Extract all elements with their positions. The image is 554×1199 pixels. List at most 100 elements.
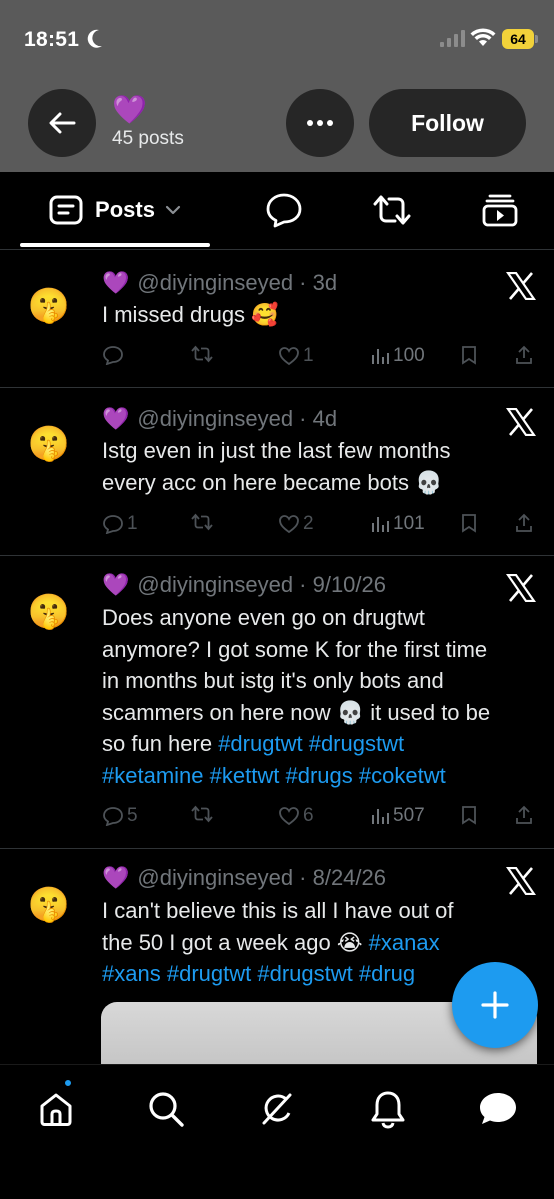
bookmark-icon: [462, 806, 476, 825]
author-name[interactable]: 💜: [102, 572, 129, 597]
post-actions: 5 6 507: [102, 805, 534, 829]
more-options-button[interactable]: [286, 89, 354, 157]
hashtag-link[interactable]: #kettwt: [210, 763, 280, 788]
post-text: I missed drugs 🥰: [102, 299, 522, 331]
post-item[interactable]: 🤫 💜 @diyinginseyed · 4d Istg even in just…: [0, 388, 554, 556]
bookmark-icon: [462, 514, 476, 533]
tab-replies[interactable]: [258, 172, 310, 248]
avatar[interactable]: 🤫: [26, 589, 72, 635]
chevron-down-icon: [165, 205, 181, 215]
focus-moon-icon: [87, 29, 102, 48]
post-text-line: I can't believe this is all I have out o…: [102, 898, 454, 923]
tab-media[interactable]: [474, 172, 526, 248]
author-handle-time: @diyinginseyed · 4d: [137, 406, 338, 431]
home-icon: [40, 1093, 72, 1126]
hashtag-link[interactable]: #ketamine: [102, 763, 204, 788]
views-count[interactable]: 507: [370, 805, 425, 827]
post-text-line: Does anyone even go on drugtwt: [102, 605, 425, 630]
status-bar: 18:51 64: [0, 0, 554, 80]
avatar[interactable]: 🤫: [26, 882, 72, 928]
reply-button[interactable]: 5: [102, 805, 138, 827]
back-button[interactable]: [28, 89, 96, 157]
profile-tabs: Posts: [0, 172, 554, 250]
post-text: Istg even in just the last few months ev…: [102, 435, 522, 498]
author-name[interactable]: 💜: [102, 406, 129, 431]
like-button[interactable]: 6: [278, 805, 314, 827]
search-icon: [149, 1092, 184, 1127]
share-icon: [516, 345, 532, 364]
compose-button[interactable]: [452, 962, 538, 1048]
hashtag-link[interactable]: #drugtwt: [218, 731, 302, 756]
repost-button[interactable]: [190, 805, 214, 823]
views-count[interactable]: 101: [370, 513, 425, 535]
bookmark-button[interactable]: [460, 805, 478, 825]
post-item[interactable]: 🤫 💜 @diyinginseyed · 3d I missed drugs 🥰 …: [0, 250, 554, 388]
post-header: 💜 @diyinginseyed · 8/24/26: [102, 865, 386, 891]
tab-posts[interactable]: Posts: [20, 172, 210, 248]
x-logo-icon: [506, 272, 536, 300]
reply-icon: [103, 807, 123, 826]
share-button[interactable]: [514, 805, 534, 825]
post-text-line: anymore? I got some K for the first time: [102, 636, 488, 662]
nav-search[interactable]: [144, 1087, 188, 1131]
post-text-line: in months but istg it's only bots and: [102, 668, 444, 693]
tab-selected-indicator: [20, 243, 210, 247]
nav-notifications[interactable]: [366, 1087, 410, 1131]
hashtag-link[interactable]: #drugtwt: [167, 961, 251, 986]
repost-icon: [191, 345, 213, 363]
hashtag-link[interactable]: #drugstwt: [309, 731, 404, 756]
author-handle-time: @diyinginseyed · 9/10/26: [137, 572, 387, 597]
reply-icon: [103, 515, 123, 534]
post-text-line: I missed drugs 🥰: [102, 302, 279, 327]
hashtag-link[interactable]: #drugs: [285, 763, 352, 788]
bookmark-button[interactable]: [460, 513, 478, 533]
author-name[interactable]: 💜: [102, 270, 129, 295]
tab-posts-label: Posts: [95, 197, 155, 222]
posts-icon: [49, 195, 83, 225]
profile-header: 18:51 64 💜 45 posts Follow: [0, 0, 554, 172]
views-chart-icon: [372, 517, 389, 532]
hashtag-link[interactable]: #drug: [359, 961, 415, 986]
reply-button[interactable]: 1: [102, 513, 138, 535]
hashtag-link[interactable]: #xanax: [369, 930, 440, 955]
follow-button[interactable]: Follow: [369, 89, 526, 157]
x-logo-icon: [506, 574, 536, 602]
post-text-line: scammers on here now 💀 it used to be: [102, 699, 491, 725]
battery-indicator: 64: [502, 29, 538, 49]
post-actions: 1 100: [102, 345, 534, 369]
author-name[interactable]: 💜: [102, 865, 129, 890]
share-button[interactable]: [514, 513, 534, 533]
tab-reposts[interactable]: [366, 172, 418, 248]
nav-messages[interactable]: [476, 1087, 520, 1131]
nav-home[interactable]: [34, 1087, 78, 1131]
post-text: Does anyone even go on drugtwt anymore? …: [102, 602, 542, 791]
status-time: 18:51: [24, 28, 80, 51]
views-chart-icon: [372, 349, 389, 364]
views-count[interactable]: 100: [370, 345, 425, 367]
post-item[interactable]: 🤫 💜 @diyinginseyed · 9/10/26 Does anyone …: [0, 556, 554, 849]
hashtag-link[interactable]: #coketwt: [359, 763, 446, 788]
bookmark-button[interactable]: [460, 345, 478, 365]
repost-button[interactable]: [190, 345, 214, 363]
avatar[interactable]: 🤫: [26, 283, 72, 329]
avatar[interactable]: 🤫: [26, 421, 72, 467]
video-media-icon: [482, 194, 518, 227]
repost-button[interactable]: [190, 513, 214, 531]
grok-icon: [262, 1093, 292, 1125]
post-text-line: every acc on here became bots 💀: [102, 469, 443, 495]
hashtag-link[interactable]: #drugstwt: [257, 961, 352, 986]
post-text-line: #ketamine #kettwt #drugs #coketwt: [102, 760, 542, 792]
share-button[interactable]: [514, 345, 534, 365]
like-button[interactable]: 1: [278, 345, 314, 367]
repost-icon: [373, 195, 411, 225]
nav-grok[interactable]: [254, 1087, 298, 1131]
reply-button[interactable]: [102, 345, 127, 365]
post-text-line: Istg even in just the last few months: [102, 438, 451, 463]
replies-icon: [266, 193, 302, 228]
like-button[interactable]: 2: [278, 513, 314, 535]
message-bubble-icon: [480, 1093, 516, 1124]
bottom-navigation: [0, 1064, 554, 1199]
bookmark-icon: [462, 346, 476, 365]
author-handle-time: @diyinginseyed · 8/24/26: [137, 865, 387, 890]
hashtag-link[interactable]: #xans: [102, 961, 161, 986]
